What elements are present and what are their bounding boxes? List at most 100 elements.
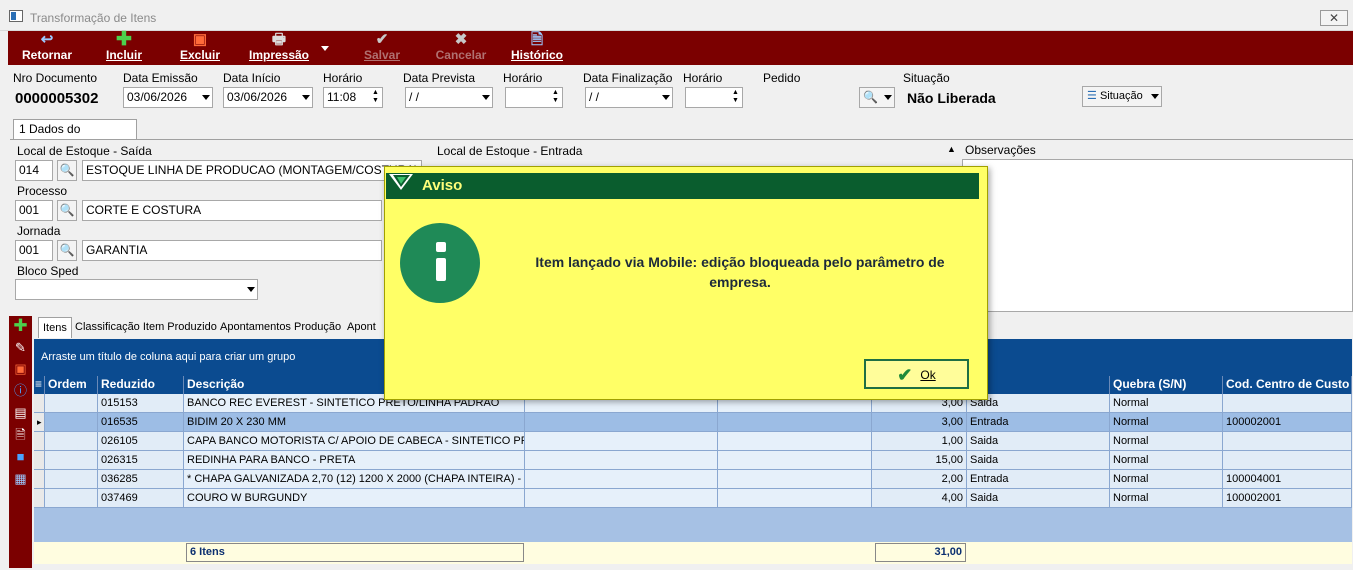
spinner-icon[interactable]: ▲ ▼ (370, 89, 381, 106)
dialog-titlebar: Aviso (386, 173, 979, 199)
pedido-label: Pedido (763, 71, 801, 85)
grid-footer: 6 Itens 31,00 (34, 542, 1352, 564)
table-cell: 026105 (98, 432, 184, 451)
tab-apont[interactable]: Apont (343, 317, 380, 338)
column-centro-custo[interactable]: Cod. Centro de Custo (1223, 376, 1352, 394)
impressao-button[interactable]: 🖶 Impressão (244, 31, 314, 65)
data-finalizacao-value: / / (589, 90, 600, 104)
data-emissao-field[interactable]: 03/06/2026 (123, 87, 213, 108)
column-quebra[interactable]: Quebra (S/N) (1110, 376, 1223, 394)
table-row[interactable]: 026315 REDINHA PARA BANCO - PRETA 15,00 Sai… (34, 451, 1352, 470)
table-cell: Saida (967, 432, 1110, 451)
window-app-icon (9, 10, 23, 22)
data-inicio-label: Data Início (223, 71, 281, 85)
footer-count: 6 Itens (186, 543, 524, 562)
tab-dados-documento[interactable]: 1 Dados do Documento (13, 119, 137, 155)
table-cell (525, 489, 718, 508)
table-cell (45, 489, 98, 508)
processo-search-button[interactable]: 🔍 (57, 200, 77, 221)
tab-classificacao[interactable]: Classificação Item Produzido (71, 317, 221, 338)
spinner-icon[interactable]: ▲ ▼ (550, 89, 561, 106)
processo-code[interactable]: 001 (15, 200, 53, 221)
tab-itens[interactable]: Itens (38, 317, 72, 338)
table-cell (1223, 432, 1352, 451)
table-cell: 4,00 (872, 489, 967, 508)
delete-item-icon[interactable]: ▣ (13, 362, 28, 376)
chevron-down-icon[interactable] (1151, 94, 1159, 99)
situacao-button-label: Situação (1099, 90, 1143, 102)
chevron-down-icon[interactable] (247, 287, 255, 292)
data-inicio-field[interactable]: 03/06/2026 (223, 87, 313, 108)
tab-apontamentos-producao[interactable]: Apontamentos Produção (216, 317, 345, 338)
incluir-button[interactable]: ✚ Incluir (100, 30, 148, 65)
table-cell: 015153 (98, 394, 184, 413)
local-saida-code[interactable]: 014 (15, 160, 53, 181)
column-ordem[interactable]: Ordem (45, 376, 98, 394)
excluir-button[interactable]: ▣ Excluir (176, 31, 224, 65)
local-saida-search-button[interactable]: 🔍 (57, 160, 77, 181)
table-cell: Normal (1110, 432, 1223, 451)
dialog-message: Item lançado via Mobile: edição bloquead… (535, 254, 945, 290)
square-icon[interactable]: ■ (13, 450, 28, 464)
data-finalizacao-field[interactable]: / / (585, 87, 673, 108)
document-icon[interactable]: 🗎 (13, 428, 28, 442)
chevron-down-icon[interactable] (482, 95, 490, 100)
chevron-down-icon[interactable] (662, 95, 670, 100)
situacao-button[interactable]: ☰ Situação (1082, 86, 1162, 107)
chevron-down-icon[interactable] (202, 95, 210, 100)
observacoes-textarea[interactable] (962, 159, 1353, 312)
ok-button[interactable]: ✔ Ok (864, 359, 969, 389)
book-icon[interactable]: ▤ (13, 406, 28, 420)
chevron-down-icon[interactable] (302, 95, 310, 100)
cancelar-button[interactable]: ✖ Cancelar (432, 31, 490, 65)
historico-button[interactable]: 🗎 Histórico (508, 31, 566, 65)
bloco-sped-label: Bloco Sped (17, 264, 79, 278)
table-cell (45, 413, 98, 432)
table-cell: Saida (967, 489, 1110, 508)
table-row[interactable]: 026105 CAPA BANCO MOTORISTA C/ APOIO DE C… (34, 432, 1352, 451)
table-cell: Saida (967, 394, 1110, 413)
add-item-icon[interactable]: ✚ (13, 317, 28, 334)
chevron-down-icon[interactable] (884, 95, 892, 100)
table-cell (45, 432, 98, 451)
jornada-search-button[interactable]: 🔍 (57, 240, 77, 261)
scroll-up-icon[interactable]: ▲ (947, 144, 956, 154)
bloco-sped-select[interactable] (15, 279, 258, 300)
salvar-button[interactable]: ✔ Salvar (360, 31, 404, 65)
table-cell (525, 432, 718, 451)
data-emissao-value: 03/06/2026 (127, 90, 188, 104)
window-close-button[interactable]: ✕ (1320, 10, 1348, 26)
table-row[interactable]: 036285 * CHAPA GALVANIZADA 2,70 (12) 1200… (34, 470, 1352, 489)
horario2-field[interactable]: ▲ ▼ (505, 87, 563, 108)
column-chooser-icon[interactable]: ≡ (34, 376, 45, 394)
data-prevista-field[interactable]: / / (405, 87, 493, 108)
window-titlebar: Transformação de Itens ✕ (0, 0, 1353, 31)
table-cell (525, 470, 718, 489)
table-cell: 036285 (98, 470, 184, 489)
incluir-label: Incluir (105, 48, 142, 62)
processo-label: Processo (17, 184, 68, 198)
data-inicio-value: 03/06/2026 (227, 90, 288, 104)
impressao-dropdown-icon[interactable] (321, 46, 329, 51)
jornada-code[interactable]: 001 (15, 240, 53, 261)
table-row[interactable]: ▸ 016535 BIDIM 20 X 230 MM 3,00 Entrada Norma… (34, 413, 1352, 432)
check-icon: ✔ (375, 31, 389, 48)
table-cell: Normal (1110, 489, 1223, 508)
column-tipo[interactable]: S (967, 376, 1110, 394)
horario-label: Horário (323, 71, 363, 85)
table-row[interactable]: 037469 COURO W BURGUNDY 4,00 Saida Normal 100… (34, 489, 1352, 508)
column-reduzido[interactable]: Reduzido (98, 376, 184, 394)
horario-field[interactable]: 11:08 ▲ ▼ (323, 87, 383, 108)
grid-icon[interactable]: ▦ (13, 472, 28, 486)
spinner-icon[interactable]: ▲ ▼ (730, 89, 741, 106)
table-cell: 3,00 (872, 413, 967, 432)
situacao-value: Não Liberada (907, 90, 996, 106)
edit-item-icon[interactable]: ✎ (13, 341, 28, 355)
info-icon[interactable]: ⓘ (13, 384, 28, 398)
search-icon: 🔍 (59, 163, 75, 177)
table-cell (45, 470, 98, 489)
row-indicator (34, 470, 45, 489)
horario3-field[interactable]: ▲ ▼ (685, 87, 743, 108)
retornar-button[interactable]: ↩ Retornar (17, 31, 77, 65)
pedido-search-button[interactable]: 🔍 (859, 87, 895, 108)
